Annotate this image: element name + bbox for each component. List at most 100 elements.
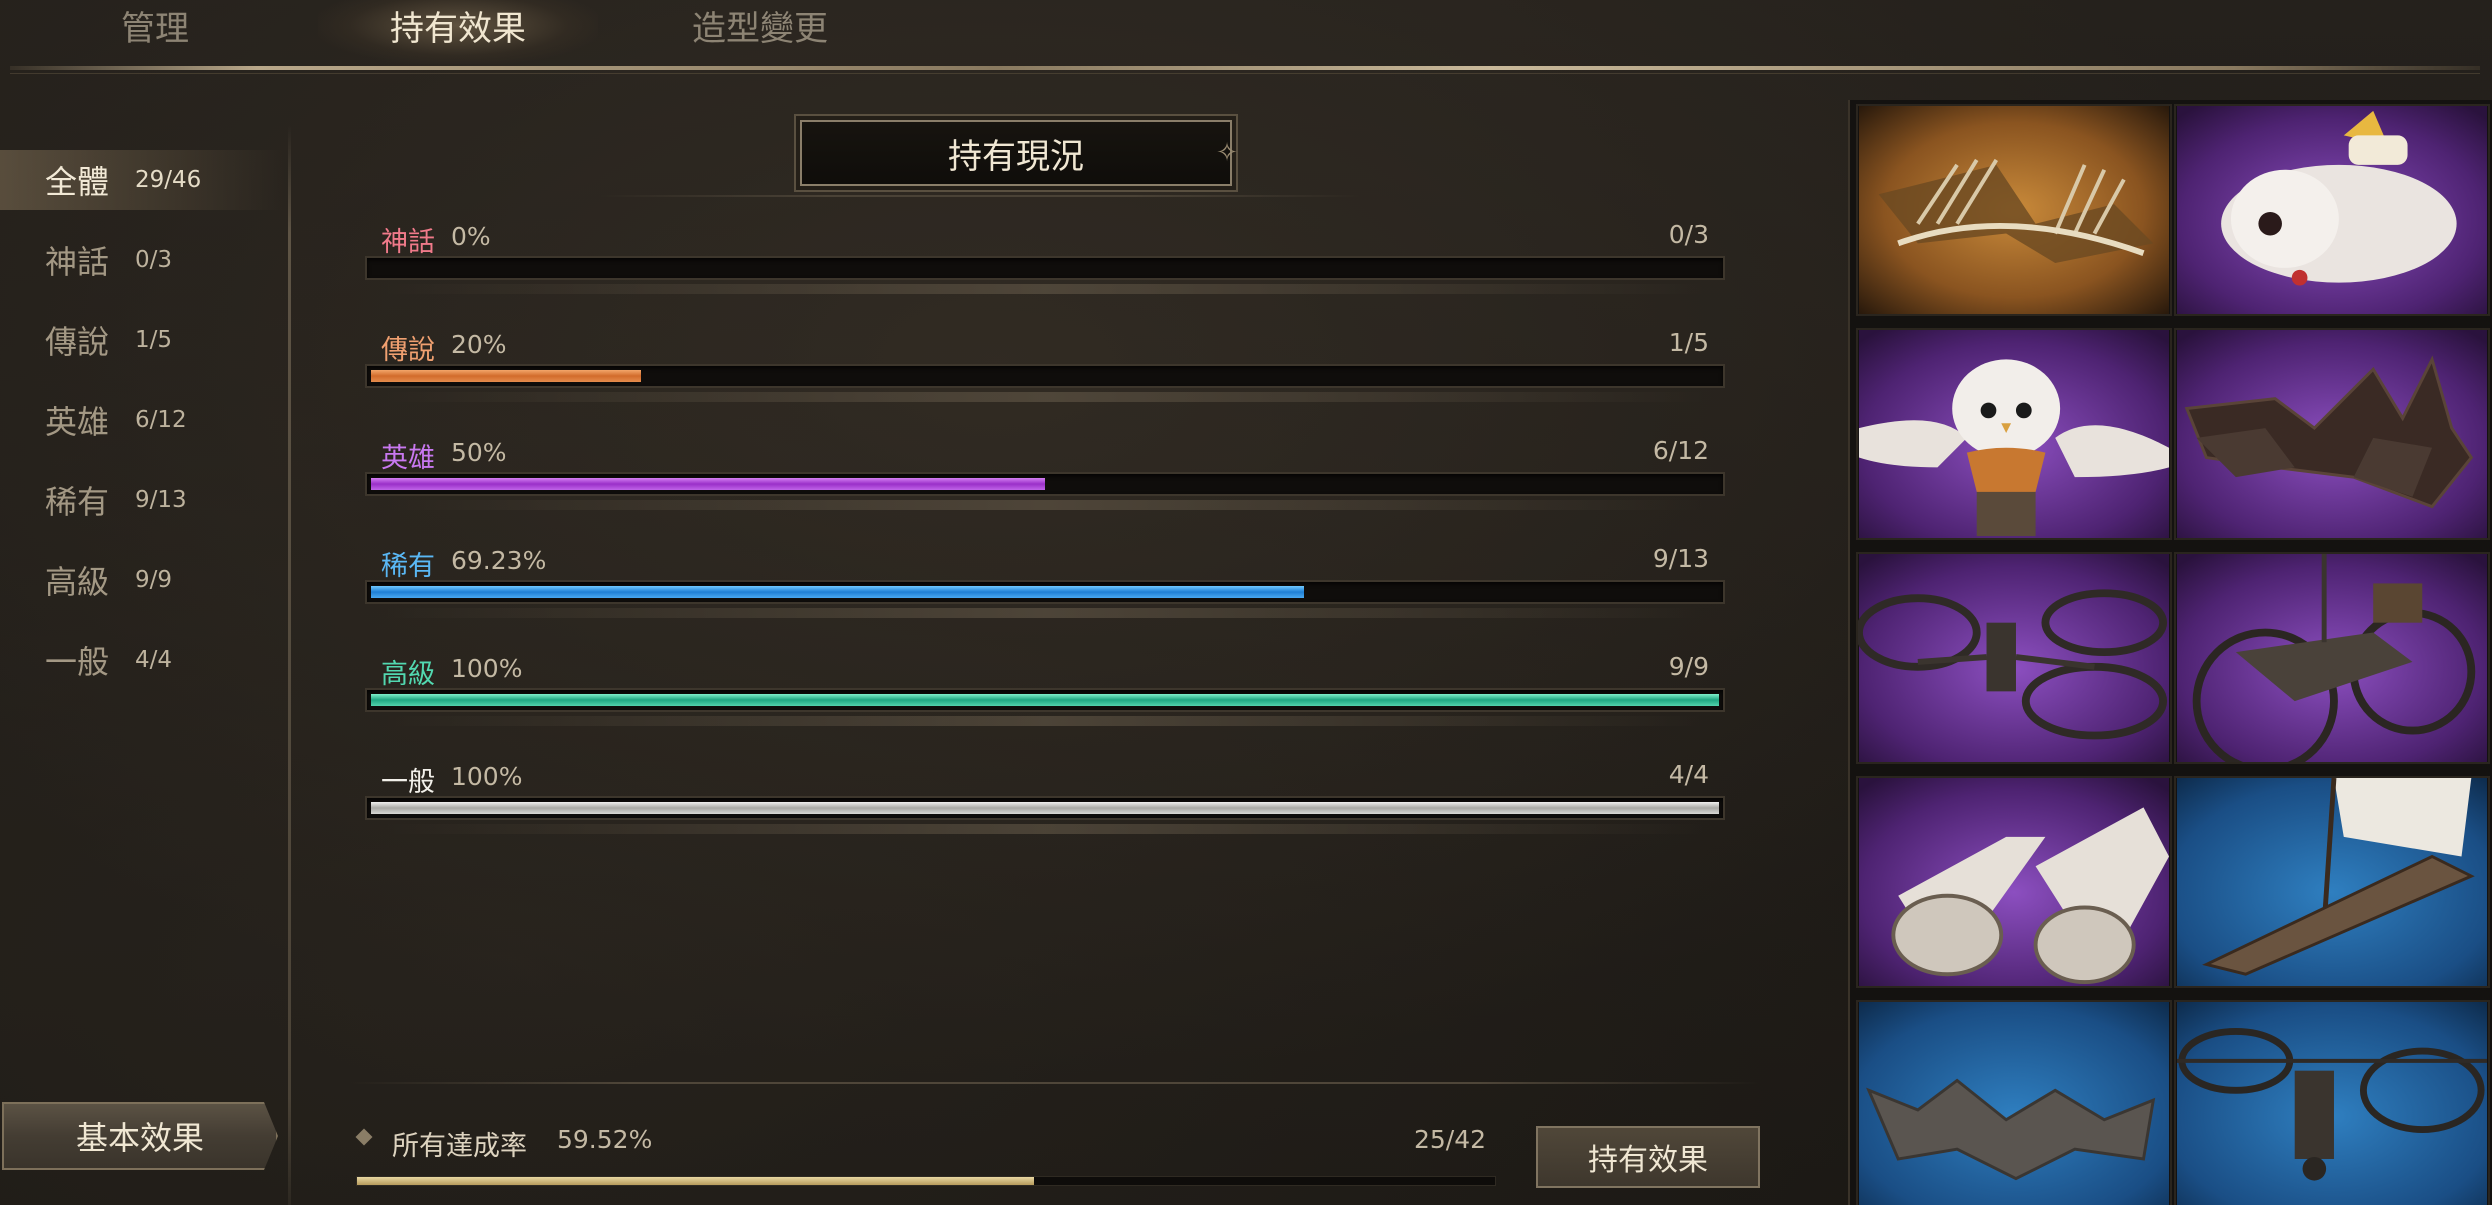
collection-tile[interactable]: [1856, 776, 2172, 988]
total-achievement-label: 所有達成率: [392, 1131, 527, 1162]
tab-manage[interactable]: 管理: [100, 0, 210, 50]
rarity-row-mythic: 神話 0% 0/3: [365, 220, 1725, 320]
sidebar-item-label: 一般: [45, 643, 110, 681]
progress-track: [365, 580, 1725, 604]
sidebar-item-rare[interactable]: 稀有 9/13: [0, 470, 285, 530]
tab-divider-thin: [10, 73, 2480, 74]
collection-tile[interactable]: [2174, 552, 2490, 764]
row-underline: [385, 716, 1705, 726]
collection-tile[interactable]: [1856, 104, 2172, 316]
rarity-percent: 0%: [451, 222, 491, 251]
sidebar-item-count: 9/13: [135, 487, 187, 513]
rarity-count: 4/4: [1668, 760, 1709, 789]
collection-grid: [1848, 100, 2492, 1205]
rarity-count: 9/9: [1668, 652, 1709, 681]
row-underline: [385, 500, 1705, 510]
progress-track: [365, 688, 1725, 712]
title-underline: [600, 195, 1360, 197]
sidebar-item-all[interactable]: 全體 29/46: [0, 150, 285, 210]
sail-boat-icon: [2176, 778, 2488, 986]
sidebar-divider: [288, 125, 291, 1205]
owl-pet-icon: [1858, 330, 2170, 538]
top-tab-bar: 管理 持有效果 造型變更: [0, 0, 2492, 80]
rarity-row-advanced: 高級 100% 9/9: [365, 652, 1725, 752]
rarity-count: 1/5: [1668, 328, 1709, 357]
rotor-glider-icon: [2176, 1002, 2488, 1205]
dark-wings-icon: [2176, 330, 2488, 538]
tab-label: 持有效果: [390, 8, 526, 49]
progress-fill: [371, 586, 1304, 598]
gyro-vehicle-icon: [2176, 554, 2488, 762]
progress-fill: [371, 694, 1719, 706]
total-achievement-count: 25/42: [1414, 1125, 1487, 1154]
holding-effect-button[interactable]: 持有效果: [1536, 1126, 1760, 1188]
progress-track: [365, 472, 1725, 496]
rarity-name: 傳說: [381, 335, 435, 366]
rarity-row-hero: 英雄 50% 6/12: [365, 436, 1725, 536]
collection-tile[interactable]: [2174, 328, 2490, 540]
rarity-percent: 50%: [451, 438, 507, 467]
basic-effect-button[interactable]: 基本效果: [2, 1102, 278, 1170]
progress-track: [365, 364, 1725, 388]
rarity-row-legend: 傳說 20% 1/5: [365, 328, 1725, 428]
rarity-percent: 100%: [451, 762, 523, 791]
rarity-name: 稀有: [381, 551, 435, 582]
collection-tile[interactable]: [1856, 552, 2172, 764]
rarity-row-rare: 稀有 69.23% 9/13: [365, 544, 1725, 644]
sidebar-item-label: 稀有: [45, 483, 110, 521]
collection-tile[interactable]: [2174, 1000, 2490, 1205]
rarity-percent: 100%: [451, 654, 523, 683]
rarity-name: 英雄: [381, 443, 435, 474]
progress-fill: [371, 370, 641, 382]
sidebar-item-label: 高級: [45, 563, 110, 601]
page-title: 持有現況: [800, 120, 1232, 186]
collection-tile[interactable]: [1856, 1000, 2172, 1205]
collection-tile[interactable]: [2174, 104, 2490, 316]
bottom-divider: [350, 1082, 1760, 1084]
rarity-count: 9/13: [1652, 544, 1709, 573]
rarity-percent: 69.23%: [451, 546, 547, 575]
rarity-count: 6/12: [1652, 436, 1709, 465]
progress-fill: [371, 802, 1719, 814]
tab-holding-effect[interactable]: 持有效果: [368, 0, 548, 50]
tab-label: 造型變更: [692, 8, 828, 49]
progress-fill: [371, 478, 1045, 490]
rarity-percent: 20%: [451, 330, 507, 359]
sidebar-item-mythic[interactable]: 神話 0/3: [0, 230, 285, 290]
holding-effect-button-label: 持有效果: [1588, 1143, 1708, 1178]
row-underline: [385, 608, 1705, 618]
sidebar-item-legend[interactable]: 傳說 1/5: [0, 310, 285, 370]
sidebar-item-count: 0/3: [135, 247, 173, 273]
collection-tile[interactable]: [2174, 776, 2490, 988]
sidebar-item-label: 全體: [45, 163, 110, 201]
row-underline: [385, 824, 1705, 834]
row-underline: [385, 392, 1705, 402]
tab-divider: [10, 66, 2480, 70]
rarity-count: 0/3: [1668, 220, 1709, 249]
sidebar-item-label: 傳說: [45, 323, 110, 361]
rarity-name: 一般: [381, 767, 435, 798]
sidebar-item-normal[interactable]: 一般 4/4: [0, 630, 285, 690]
tab-appearance-change[interactable]: 造型變更: [680, 0, 840, 50]
title-ornament-right-icon: ✧: [1216, 138, 1238, 168]
sidebar-item-label: 英雄: [45, 403, 110, 441]
rarity-row-normal: 一般 100% 4/4: [365, 760, 1725, 860]
total-achievement-percent: 59.52%: [557, 1125, 653, 1154]
collection-tile[interactable]: [1856, 328, 2172, 540]
golden-wings-icon: [1858, 106, 2170, 314]
gyrocopter-icon: [1858, 554, 2170, 762]
sidebar-item-advanced[interactable]: 高級 9/9: [0, 550, 285, 610]
sidebar-item-count: 4/4: [135, 647, 173, 673]
sidebar-item-label: 神話: [45, 243, 110, 281]
rarity-name: 高級: [381, 659, 435, 690]
tab-label: 管理: [121, 8, 189, 49]
white-cat-mount-icon: [2176, 106, 2488, 314]
total-progress-fill: [357, 1177, 1034, 1185]
sidebar-item-hero[interactable]: 英雄 6/12: [0, 390, 285, 450]
sidebar-item-count: 1/5: [135, 327, 173, 353]
progress-track: [365, 796, 1725, 820]
balloon-airship-icon: [1858, 778, 2170, 986]
sidebar-item-count: 29/46: [135, 167, 202, 193]
sidebar-item-count: 9/9: [135, 567, 173, 593]
progress-track: [365, 256, 1725, 280]
